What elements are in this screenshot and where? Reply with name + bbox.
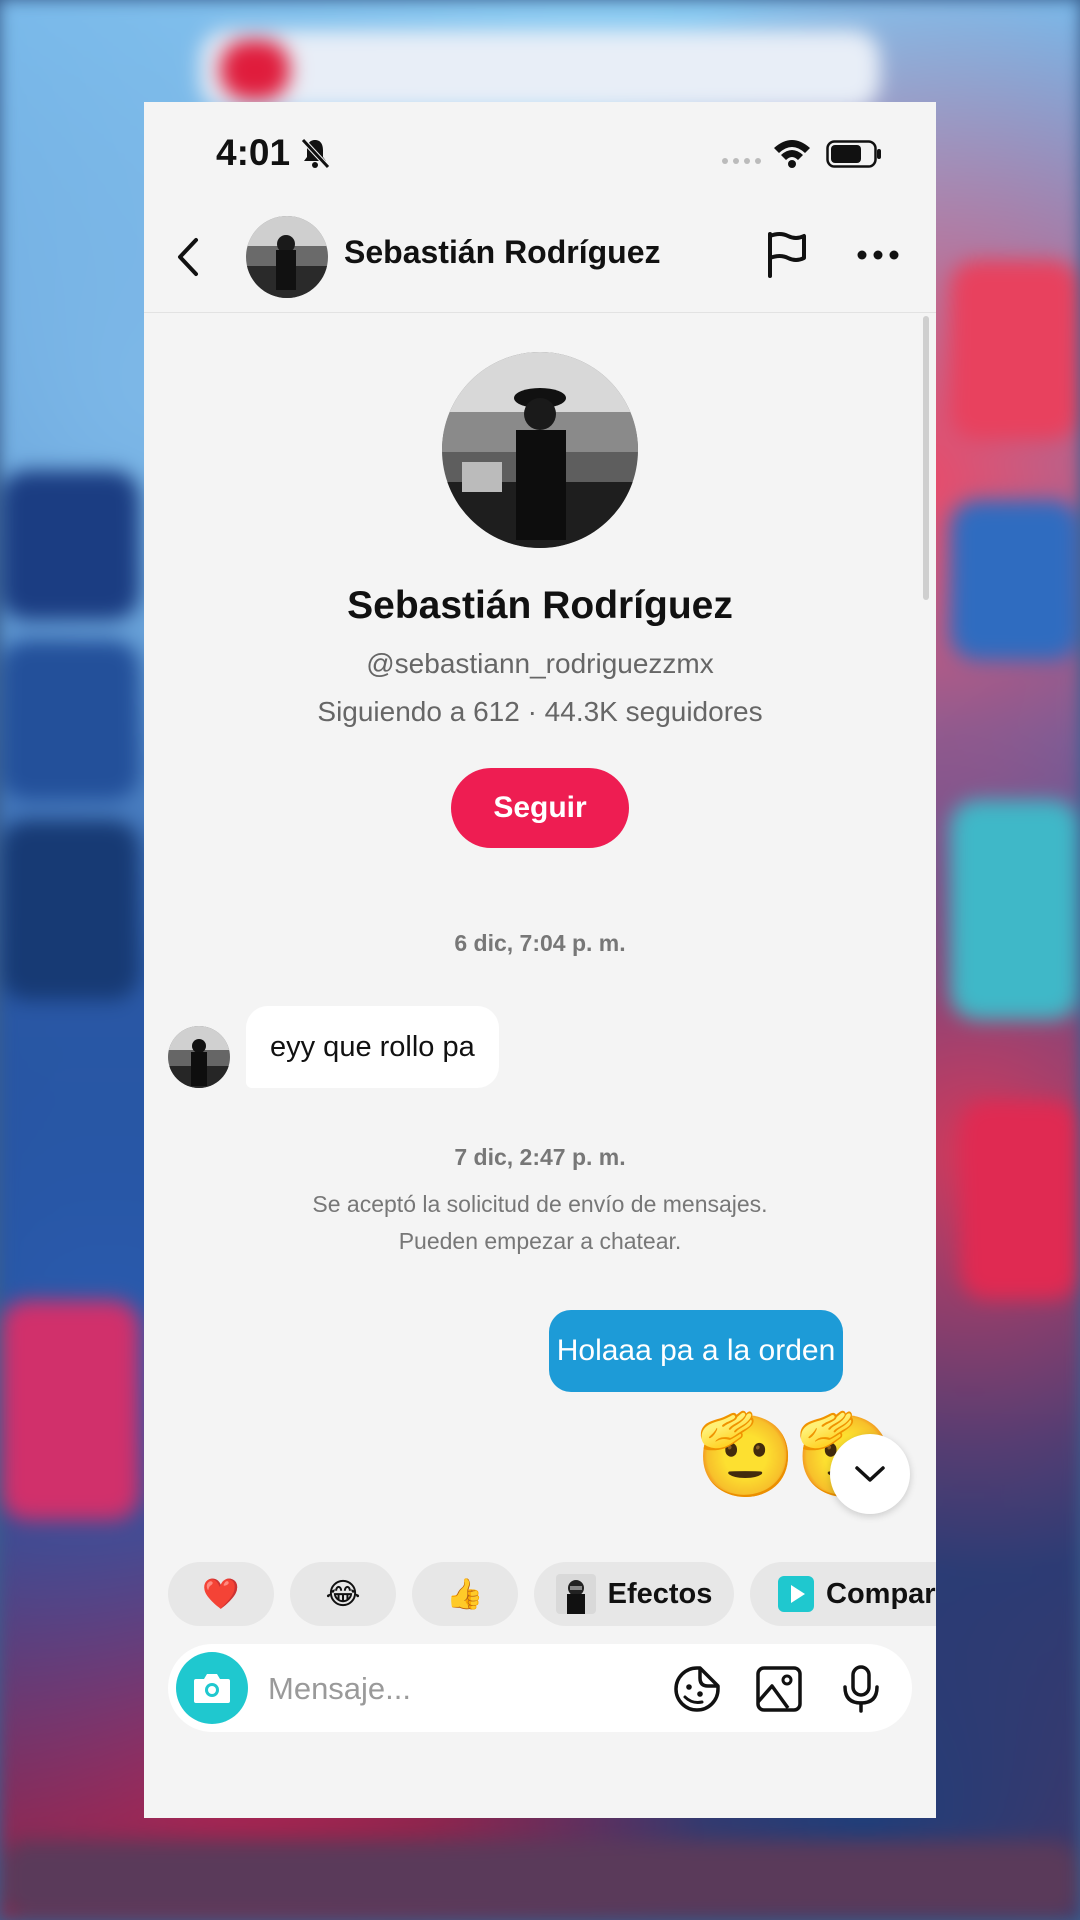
camera-button[interactable]	[176, 1652, 248, 1724]
reaction-thumbs-up-chip[interactable]: 👍	[412, 1562, 518, 1626]
profile-name: Sebastián Rodríguez	[347, 584, 733, 627]
header-avatar[interactable]	[246, 216, 328, 298]
sticker-icon[interactable]	[672, 1664, 722, 1714]
profile-stats: Siguiendo a 612 · 44.3K seguidores	[317, 696, 763, 727]
message-timestamp: 6 dic, 7:04 p. m.	[454, 930, 626, 956]
chat-header: Sebastián Rodríguez	[144, 202, 936, 313]
back-arrow-icon[interactable]	[170, 234, 206, 280]
message-composer	[168, 1644, 912, 1732]
status-time: 4:01	[216, 132, 291, 173]
phone-screen: 4:01 Sebastián Rodríguez Sebastián Rodrí…	[144, 102, 936, 1818]
message-input[interactable]	[266, 1660, 650, 1718]
status-bar: 4:01	[144, 102, 936, 202]
incoming-message-bubble[interactable]: eyy que rollo pa	[246, 1006, 499, 1088]
profile-avatar[interactable]	[442, 352, 638, 548]
muted-bell-icon	[301, 138, 330, 169]
outgoing-message-bubble[interactable]: Holaaa pa a la orden	[549, 1310, 843, 1392]
header-contact-name[interactable]: Sebastián Rodríguez	[344, 234, 661, 271]
more-options-icon[interactable]	[856, 246, 900, 264]
system-message-line: Se aceptó la solicitud de envío de mensa…	[312, 1191, 768, 1217]
reaction-heart-chip[interactable]: ❤️	[168, 1562, 274, 1626]
follow-button[interactable]: Seguir	[451, 768, 629, 848]
scrollbar[interactable]	[923, 316, 929, 600]
share-play-icon	[778, 1576, 814, 1612]
reaction-laugh-chip[interactable]: 😂	[290, 1562, 396, 1626]
system-message-line: Pueden empezar a chatear.	[398, 1228, 682, 1254]
camera-icon	[194, 1674, 230, 1703]
gallery-image-icon[interactable]	[754, 1664, 804, 1714]
report-flag-icon[interactable]	[764, 230, 810, 280]
effects-label: Efectos	[607, 1577, 713, 1610]
share-label: Compartir	[826, 1577, 936, 1610]
signal-dots-icon	[722, 158, 761, 164]
wifi-icon	[774, 140, 810, 168]
effects-chip[interactable]: Efectos	[534, 1562, 734, 1626]
share-chip[interactable]: Compartir	[750, 1562, 936, 1626]
chevron-down-icon	[855, 1466, 885, 1482]
scroll-to-bottom-button[interactable]	[830, 1434, 910, 1514]
message-timestamp: 7 dic, 2:47 p. m.	[454, 1144, 626, 1170]
battery-icon	[826, 140, 881, 168]
microphone-icon[interactable]	[836, 1664, 886, 1714]
effects-thumbnail-icon	[555, 1574, 596, 1614]
profile-handle: @sebastiann_rodriguezzmx	[366, 648, 714, 679]
sender-avatar[interactable]	[168, 1026, 230, 1088]
